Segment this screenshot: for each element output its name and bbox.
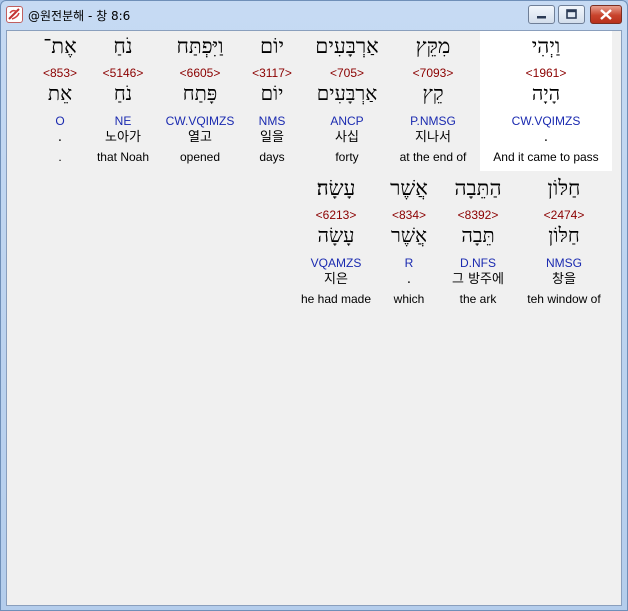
english-gloss: . (58, 150, 62, 164)
word-column[interactable]: אֶת־ <853> אֵת O . . (35, 33, 85, 173)
app-window: @원전분해 - 창 8:6 וַיְהִי <1961> הָיָה CW.VQ… (0, 0, 628, 611)
korean-gloss: 그 방주에 (452, 272, 504, 287)
lemma: הָיָה (531, 81, 561, 105)
morph-code: NMS (258, 114, 286, 128)
morph-code: ANCP (330, 114, 364, 128)
word-column[interactable]: נֹחַ <5146> נֹחַ NE 노아가 that Noah (91, 33, 155, 173)
korean-gloss: 노아가 (105, 130, 141, 145)
morph-code: CW.VQIMZS (165, 114, 235, 128)
korean-gloss: 사십 (335, 130, 359, 145)
analysis-panel: וַיְהִי <1961> הָיָה CW.VQIMZS . And it … (6, 30, 622, 606)
english-gloss: And it came to pass (493, 150, 599, 164)
korean-gloss: 창을 (552, 272, 576, 287)
english-gloss: he had made (300, 292, 372, 306)
close-button[interactable] (590, 5, 622, 24)
lemma: תֵּבָה (461, 223, 495, 247)
strong-number: <834> (391, 208, 427, 222)
strong-number: <853> (42, 66, 78, 80)
strong-number: <7093> (412, 66, 454, 80)
english-gloss: days (259, 150, 285, 164)
title-bar[interactable]: @원전분해 - 창 8:6 (1, 1, 627, 29)
english-gloss: that Noah (96, 150, 150, 164)
word-column[interactable]: חַלּוֹן <2474> חַלּוֹן NMSG 창을 teh windo… (521, 175, 607, 315)
korean-gloss: 일을 (260, 130, 284, 145)
korean-gloss: 열고 (188, 130, 212, 145)
morph-code: NE (114, 114, 132, 128)
hebrew-word: אֲשֶׁר (390, 176, 428, 200)
strong-number: <2474> (543, 208, 585, 222)
word-column[interactable]: מִקֵּץ <7093> קֵץ P.NMSG 지나서 at the end … (388, 33, 478, 173)
word-column[interactable]: אֲשֶׁר <834> אֲשֶׁר R . which (382, 175, 436, 315)
korean-gloss: . (543, 130, 549, 145)
strong-number: <5146> (102, 66, 144, 80)
morph-code: NMSG (546, 256, 582, 270)
strong-number: <6605> (179, 66, 221, 80)
lemma: יוֹם (260, 81, 284, 105)
lemma: אַרְבָּעִים (316, 81, 378, 105)
lemma: קֵץ (422, 81, 444, 105)
hebrew-word: אֶת־ (43, 34, 77, 58)
morph-code: P.NMSG (410, 114, 456, 128)
english-gloss: which (393, 292, 425, 306)
strong-number: <705> (329, 66, 365, 80)
lemma: חַלּוֹן (548, 223, 580, 247)
korean-gloss: . (57, 130, 63, 145)
korean-gloss: 지은 (324, 272, 348, 287)
morph-code: VQAMZS (310, 256, 362, 270)
lemma: נֹחַ (113, 81, 133, 105)
maximize-button[interactable] (558, 5, 585, 24)
morph-code: D.NFS (460, 256, 496, 270)
window-title: @원전분해 - 창 8:6 (28, 9, 131, 23)
lemma: עָשָׂה (317, 223, 355, 247)
korean-gloss: 지나서 (415, 130, 451, 145)
word-column[interactable]: וַיְהִי <1961> הָיָה CW.VQIMZS . And it … (480, 33, 612, 173)
app-icon[interactable] (6, 6, 23, 23)
word-column[interactable]: וַיִּפְתַּח <6605> פָּתַח CW.VQIMZS 열고 o… (158, 33, 242, 173)
word-column[interactable]: עָשָׂה׃ <6213> עָשָׂה VQAMZS 지은 he had m… (295, 175, 377, 315)
hebrew-word: אַרְבָּעִים (315, 34, 379, 58)
hebrew-word: חַלּוֹן (547, 176, 581, 200)
morph-code: R (404, 256, 414, 270)
english-gloss: the ark (459, 292, 497, 306)
morph-code: O (55, 114, 65, 128)
lemma: אֲשֶׁר (391, 223, 427, 247)
hebrew-word: הַתֵּבָה (454, 176, 502, 200)
strong-number: <1961> (525, 66, 567, 80)
english-gloss: forty (335, 150, 359, 164)
hebrew-word: יוֹם (260, 34, 284, 58)
word-column[interactable]: אַרְבָּעִים <705> אַרְבָּעִים ANCP 사십 fo… (302, 33, 392, 173)
lemma: אֵת (47, 81, 73, 105)
hebrew-word: עָשָׂה׃ (316, 176, 356, 200)
hebrew-word: וַיִּפְתַּח (176, 34, 224, 58)
lemma: פָּתַח (182, 81, 218, 105)
minimize-button[interactable] (528, 5, 555, 24)
hebrew-word: נֹחַ (113, 34, 133, 58)
korean-gloss: . (406, 272, 412, 287)
strong-number: <6213> (315, 208, 357, 222)
morph-code: CW.VQIMZS (511, 114, 581, 128)
word-column[interactable]: הַתֵּבָה <8392> תֵּבָה D.NFS 그 방주에 the a… (440, 175, 516, 315)
strong-number: <3117> (252, 66, 292, 80)
hebrew-word: וַיְהִי (531, 34, 561, 58)
english-gloss: opened (179, 150, 221, 164)
word-column[interactable]: יוֹם <3117> יוֹם NMS 일을 days (243, 33, 301, 173)
english-gloss: at the end of (399, 150, 467, 164)
strong-number: <8392> (457, 208, 499, 222)
hebrew-word: מִקֵּץ (415, 34, 451, 58)
english-gloss: teh window of (527, 292, 601, 306)
